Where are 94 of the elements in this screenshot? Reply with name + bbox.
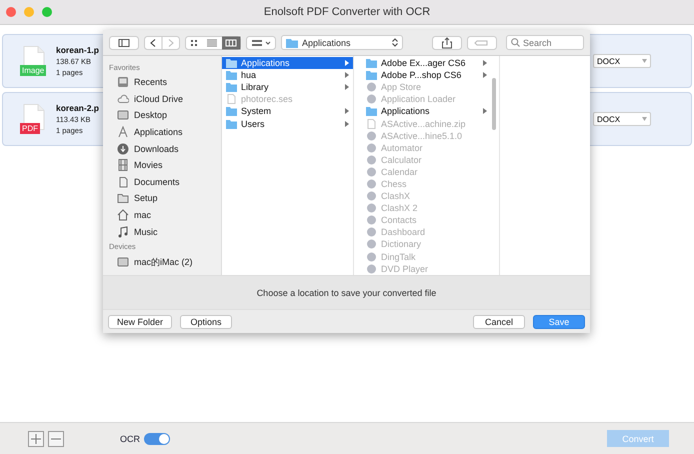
- house-icon: [117, 209, 129, 222]
- sidebar-label: Recents: [134, 77, 168, 88]
- dialog-message: Choose a location to save your converted file: [103, 275, 590, 310]
- folder-icon: [286, 38, 298, 48]
- folder-icon: [117, 192, 129, 204]
- ocr-label: OCR: [120, 434, 140, 444]
- music-note-icon: [117, 226, 129, 238]
- ocr-toggle[interactable]: [144, 432, 170, 444]
- cloud-icon: [117, 92, 129, 105]
- sidebar-label: Setup: [134, 193, 158, 204]
- dropdown-arrow-icon: [642, 59, 647, 63]
- sidebar-item[interactable]: Applications: [109, 124, 221, 140]
- download-icon: [117, 142, 129, 155]
- sidebar-label: Movies: [134, 160, 163, 170]
- file-name: korean-1.p: [56, 45, 99, 55]
- sidebar-item[interactable]: mac: [109, 206, 221, 224]
- file-browser-item[interactable]: Applications: [222, 57, 353, 70]
- file-browser-item[interactable]: Adobe P...shop CS6: [362, 69, 499, 82]
- app-icon: [366, 239, 377, 250]
- search-field[interactable]: Search: [506, 35, 584, 50]
- sidebar-item[interactable]: Recents: [109, 74, 221, 91]
- folder-icon: [226, 58, 237, 68]
- document-icon: [117, 176, 129, 188]
- folder-icon: [366, 106, 377, 116]
- sidebar-item[interactable]: Downloads: [109, 140, 221, 157]
- remove-icon[interactable]: [48, 430, 64, 446]
- sidebar-item[interactable]: Movies: [109, 156, 221, 174]
- file-name: korean-2.p: [56, 103, 99, 113]
- sidebar-item[interactable]: Documents: [109, 174, 221, 190]
- sidebar-label: mac的iMac (2): [134, 256, 193, 269]
- add-icon[interactable]: [28, 430, 44, 446]
- disclosure-arrow-icon: [483, 108, 487, 114]
- file-browser-item[interactable]: hua: [222, 69, 353, 82]
- format-dropdown[interactable]: DOCX: [593, 112, 651, 126]
- back-forward-icon[interactable]: [144, 36, 180, 50]
- sidebar-toggle-icon[interactable]: [109, 36, 139, 50]
- window-controls-icon[interactable]: [6, 7, 52, 17]
- file-browser-item[interactable]: System: [222, 105, 353, 118]
- sidebar-label: Downloads: [134, 144, 179, 154]
- app-icon: [366, 154, 377, 165]
- sidebar-label: Music: [134, 226, 158, 237]
- window-title: Enolsoft PDF Converter with OCR: [264, 6, 430, 18]
- sidebar-label: iCloud Drive: [134, 94, 184, 104]
- sidebar-item[interactable]: Music: [109, 223, 221, 240]
- sidebar-label: Desktop: [134, 110, 168, 120]
- share-icon[interactable]: [432, 36, 462, 50]
- app-icon: [366, 227, 377, 238]
- view-mode-icon[interactable]: [185, 36, 241, 50]
- sidebar-item[interactable]: Desktop: [109, 107, 221, 124]
- app-icon: [366, 252, 377, 262]
- group-menu-icon[interactable]: [246, 36, 276, 50]
- file-icon: [366, 118, 377, 129]
- folder-icon: [366, 70, 377, 80]
- file-icon: [226, 94, 237, 104]
- app-icon: [366, 94, 377, 104]
- app-icon: [366, 203, 377, 214]
- app-icon: [366, 264, 377, 274]
- apps-icon: [117, 126, 129, 138]
- folder-icon: [226, 118, 237, 129]
- file-browser-item[interactable]: Library: [222, 81, 353, 94]
- file-browser-item[interactable]: Adobe Ex...ager CS6: [362, 57, 499, 70]
- sidebar-label: mac: [134, 210, 152, 220]
- app-icon: [366, 178, 377, 189]
- sidebar-item[interactable]: iCloud Drive: [109, 90, 221, 108]
- app-icon: [366, 130, 377, 141]
- format-dropdown[interactable]: DOCX: [593, 54, 651, 68]
- file-type-badge: PDF: [20, 123, 40, 134]
- location-label: Applications: [302, 38, 351, 48]
- file-browser-item[interactable]: Users: [222, 117, 353, 130]
- dialog-button[interactable]: Cancel: [473, 314, 525, 328]
- monitor-icon: [117, 109, 129, 122]
- folder-icon: [366, 58, 377, 68]
- app-icon: [366, 166, 377, 177]
- sidebar-item[interactable]: Setup: [109, 190, 221, 207]
- monitor-icon: [117, 256, 129, 268]
- app-icon: [366, 142, 377, 153]
- app-icon: [366, 82, 377, 92]
- dialog-button[interactable]: New Folder: [108, 314, 172, 328]
- stepper-arrows-icon: [392, 38, 398, 47]
- sidebar-label: Applications: [134, 127, 183, 138]
- search-icon: [511, 38, 520, 47]
- scrollbar[interactable]: [492, 78, 496, 130]
- dropdown-arrow-icon: [642, 117, 647, 121]
- file-browser-item[interactable]: Applications: [362, 105, 499, 118]
- location-dropdown[interactable]: Applications: [281, 35, 403, 50]
- folder-icon: [226, 106, 237, 116]
- film-icon: [117, 159, 129, 172]
- tray-icon: [117, 76, 129, 88]
- sidebar-item[interactable]: mac的iMac (2): [109, 254, 221, 271]
- app-icon: [366, 215, 377, 226]
- app-icon: [366, 191, 377, 202]
- sidebar-label: Documents: [134, 176, 180, 187]
- dialog-button[interactable]: Options: [180, 314, 232, 328]
- file-type-badge: Image: [20, 65, 46, 76]
